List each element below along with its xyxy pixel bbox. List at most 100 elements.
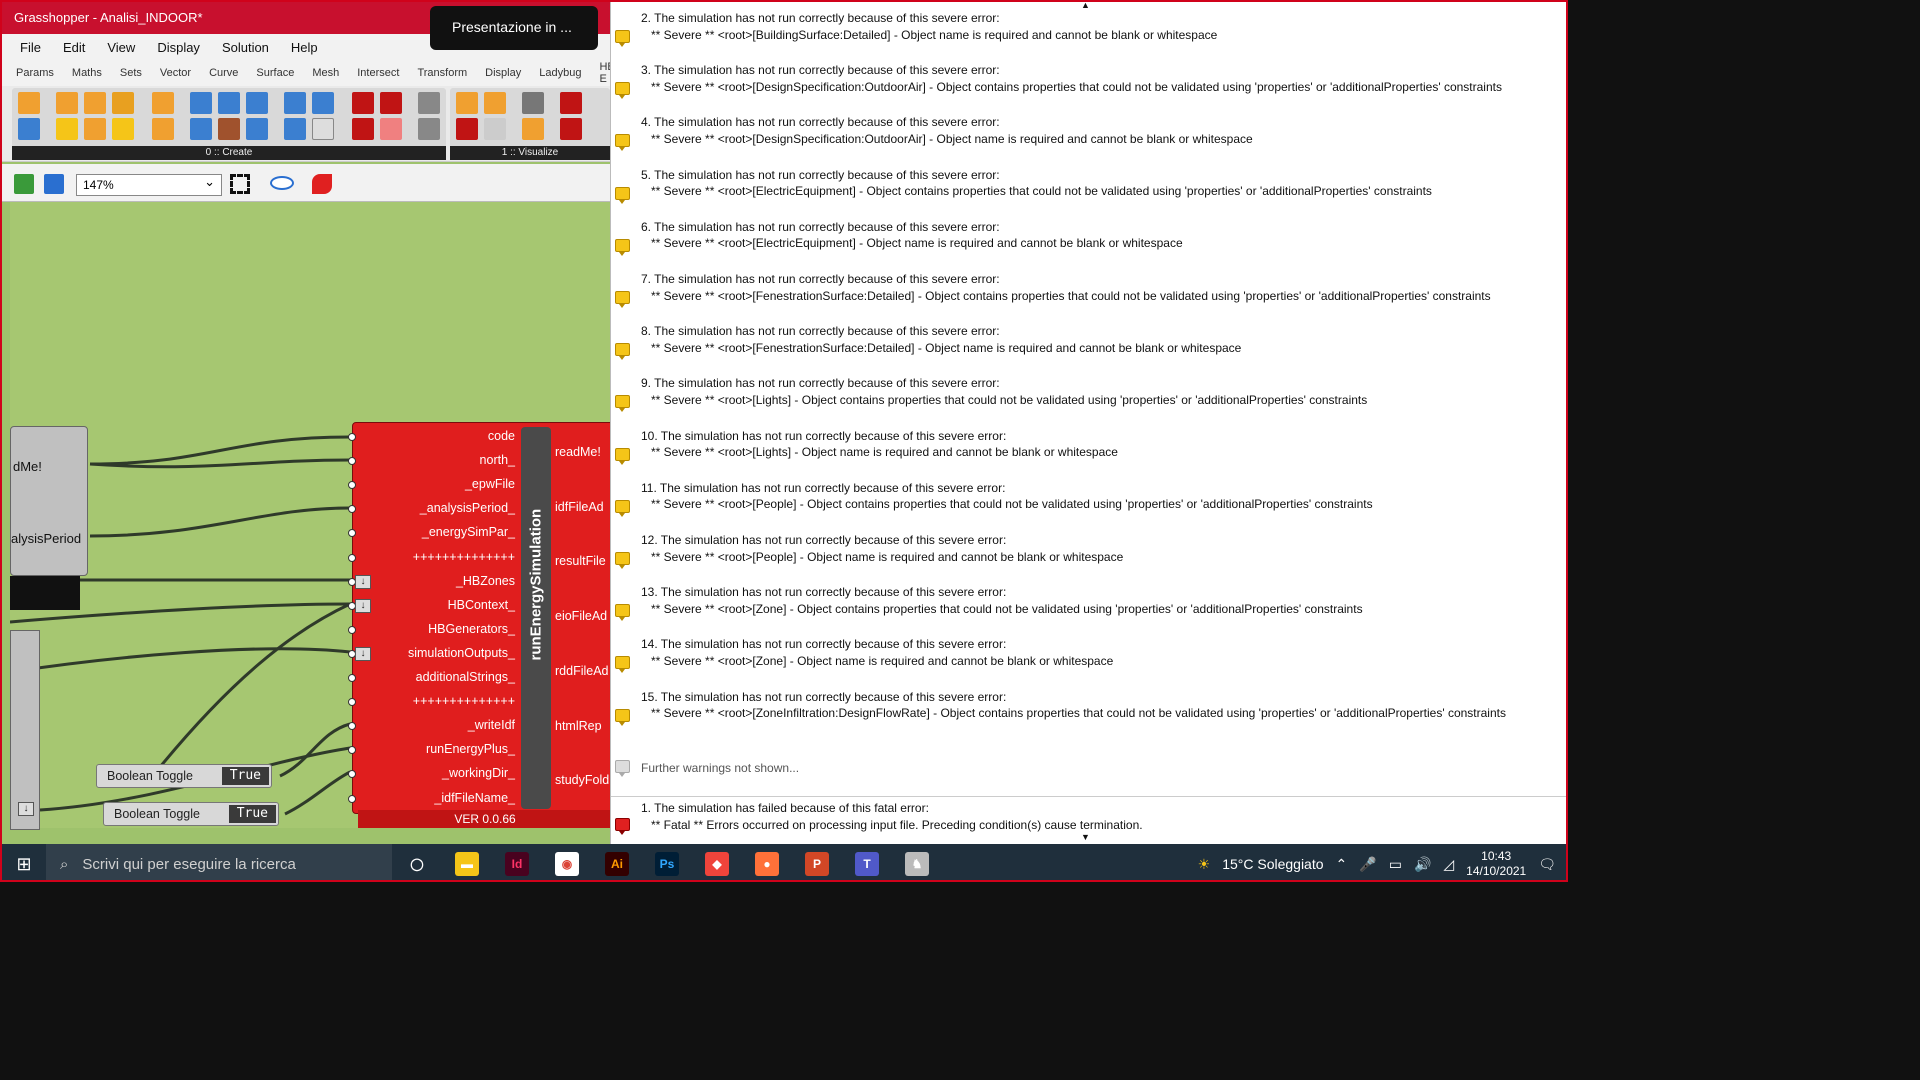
component-icon[interactable] <box>380 92 402 114</box>
output-port-label[interactable]: rddFileAd <box>555 664 609 678</box>
tab-ladybug[interactable]: Ladybug <box>539 67 581 79</box>
battery-icon[interactable]: ▭ <box>1389 856 1402 873</box>
rhino-icon[interactable]: ♞ <box>892 844 942 880</box>
boolean-toggle[interactable]: Boolean Toggle True <box>96 764 272 788</box>
scroll-up-icon[interactable]: ▲ <box>1081 2 1090 10</box>
flatten-icon[interactable]: ↓ <box>18 802 34 816</box>
task-view-icon[interactable]: ◯ <box>392 844 442 880</box>
anydesk-icon[interactable]: ◆ <box>692 844 742 880</box>
component-icon[interactable] <box>112 118 134 140</box>
input-port[interactable] <box>348 625 356 634</box>
input-port[interactable] <box>348 529 356 538</box>
input-port[interactable] <box>348 505 356 514</box>
input-port[interactable] <box>348 698 356 707</box>
component-icon[interactable] <box>418 92 440 114</box>
input-port[interactable] <box>348 433 356 441</box>
component-icon[interactable] <box>84 118 106 140</box>
component-icon[interactable] <box>484 92 506 114</box>
chevron-up-icon[interactable]: ⌃ <box>1336 856 1348 873</box>
left-component-2[interactable] <box>10 630 40 830</box>
component-icon[interactable] <box>190 92 212 114</box>
component-icon[interactable] <box>56 92 78 114</box>
save-icon[interactable] <box>44 174 64 194</box>
component-icon[interactable] <box>418 118 440 140</box>
tab-params[interactable]: Params <box>16 67 54 79</box>
sketch-pen-icon[interactable] <box>312 174 332 194</box>
component-icon[interactable] <box>484 118 506 140</box>
component-icon[interactable] <box>352 118 374 140</box>
firefox-icon[interactable]: ● <box>742 844 792 880</box>
boolean-toggle[interactable]: Boolean Toggle True <box>103 802 279 826</box>
component-icon[interactable] <box>56 118 78 140</box>
component-icon[interactable] <box>560 92 582 114</box>
illustrator-icon[interactable]: Ai <box>592 844 642 880</box>
input-port[interactable] <box>348 794 356 803</box>
component-icon[interactable] <box>152 92 174 114</box>
menu-file[interactable]: File <box>20 40 41 55</box>
menu-display[interactable]: Display <box>157 40 200 55</box>
menu-help[interactable]: Help <box>291 40 318 55</box>
network-icon[interactable]: ◿ <box>1443 856 1454 873</box>
tab-transform[interactable]: Transform <box>417 67 467 79</box>
component-icon[interactable] <box>352 92 374 114</box>
input-port[interactable] <box>348 722 356 731</box>
component-icon[interactable] <box>18 92 40 114</box>
component-icon[interactable] <box>284 92 306 114</box>
component-icon[interactable] <box>380 118 402 140</box>
component-icon[interactable] <box>456 92 478 114</box>
run-energy-simulation-component[interactable]: runEnergySimulation code north_ _epwFile _a… <box>348 422 622 814</box>
tab-surface[interactable]: Surface <box>256 67 294 79</box>
component-icon[interactable] <box>312 92 334 114</box>
component-icon[interactable] <box>246 118 268 140</box>
component-icon[interactable] <box>18 118 40 140</box>
output-port-label[interactable]: studyFold <box>555 773 609 787</box>
component-icon[interactable] <box>152 118 174 140</box>
component-icon[interactable] <box>218 92 240 114</box>
input-port[interactable] <box>348 674 356 682</box>
notifications-icon[interactable]: 🗨 <box>1538 856 1556 873</box>
output-port-label[interactable]: idfFileAd <box>555 500 604 514</box>
menu-view[interactable]: View <box>107 40 135 55</box>
component-icon[interactable] <box>190 118 212 140</box>
tab-vector[interactable]: Vector <box>160 67 191 79</box>
input-port[interactable] <box>348 746 356 755</box>
tab-maths[interactable]: Maths <box>72 67 102 79</box>
indesign-icon[interactable]: Id <box>492 844 542 880</box>
photoshop-icon[interactable]: Ps <box>642 844 692 880</box>
file-explorer-icon[interactable]: ▬ <box>442 844 492 880</box>
powerpoint-icon[interactable]: P <box>792 844 842 880</box>
input-port[interactable] <box>348 481 356 490</box>
component-icon[interactable] <box>246 92 268 114</box>
weather-icon[interactable]: ☀ <box>1198 856 1211 873</box>
input-port[interactable] <box>348 457 356 466</box>
toggle-value[interactable]: True <box>228 805 276 823</box>
input-port[interactable] <box>348 770 356 779</box>
menu-edit[interactable]: Edit <box>63 40 85 55</box>
input-port[interactable] <box>348 553 356 562</box>
output-port-label[interactable]: htmlRep <box>555 719 602 733</box>
flatten-icon[interactable]: ↓ <box>355 574 371 589</box>
component-icon[interactable] <box>456 118 478 140</box>
component-icon[interactable] <box>522 118 544 140</box>
flatten-icon[interactable]: ↓ <box>355 646 371 661</box>
volume-icon[interactable]: 🔊 <box>1414 856 1431 873</box>
output-port-label[interactable]: eioFileAd <box>555 609 607 623</box>
tab-mesh[interactable]: Mesh <box>312 67 339 79</box>
scroll-down-icon[interactable]: ▼ <box>1081 832 1090 842</box>
tab-intersect[interactable]: Intersect <box>357 67 399 79</box>
output-port-label[interactable]: readMe! <box>555 445 601 459</box>
windows-start-icon[interactable]: ⊞ <box>2 844 46 880</box>
clock[interactable]: 10:43 14/10/2021 <box>1466 849 1526 879</box>
component-core[interactable]: runEnergySimulation <box>521 427 551 809</box>
component-icon[interactable] <box>84 92 106 114</box>
teams-icon[interactable]: T <box>842 844 892 880</box>
left-component[interactable]: dMe! alysisPeriod <box>10 426 88 576</box>
open-file-icon[interactable] <box>14 174 34 194</box>
component-icon[interactable] <box>560 118 582 140</box>
tab-curve[interactable]: Curve <box>209 67 238 79</box>
presentation-popup[interactable]: Presentazione in ... <box>430 6 598 50</box>
microphone-icon[interactable]: 🎤 <box>1359 856 1376 873</box>
component-icon[interactable] <box>112 92 134 114</box>
component-icon[interactable] <box>522 92 544 114</box>
tab-sets[interactable]: Sets <box>120 67 142 79</box>
